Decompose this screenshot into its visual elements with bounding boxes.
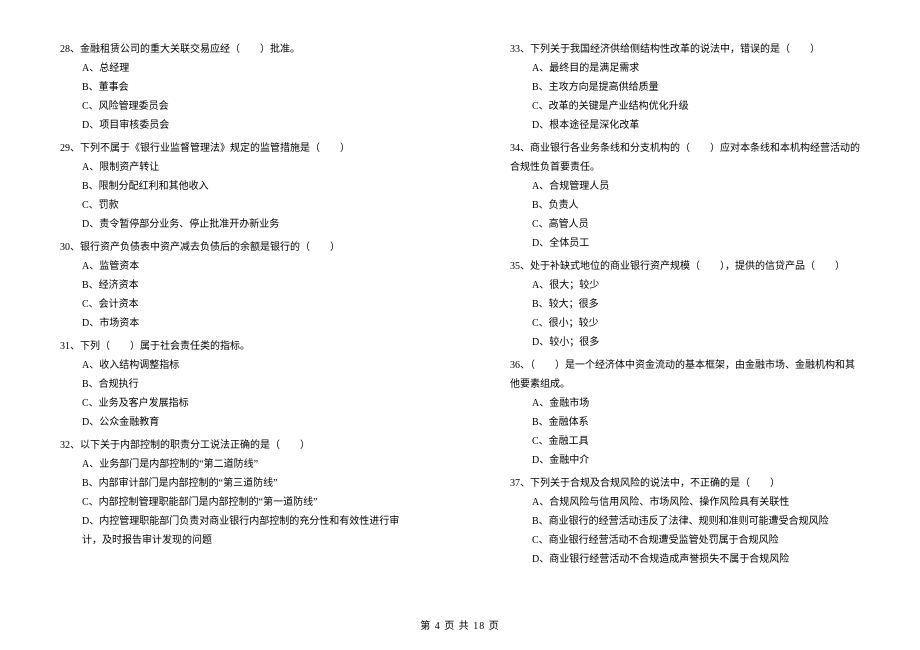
option-a: A、金融市场 xyxy=(510,394,860,413)
option-b: B、合规执行 xyxy=(60,375,410,394)
option-c: C、金融工具 xyxy=(510,432,860,451)
option-c: C、会计资本 xyxy=(60,295,410,314)
question-stem: 28、金融租赁公司的重大关联交易应经（ ）批准。 xyxy=(60,40,410,59)
option-c: C、改革的关键是产业结构优化升级 xyxy=(510,97,860,116)
option-c: C、罚款 xyxy=(60,196,410,215)
q-text: （ ）是一个经济体中资金流动的基本框架，由金融市场、金融机构和其他要素组成。 xyxy=(510,360,855,390)
question-37: 37、下列关于合规及合规风险的说法中，不正确的是（ ） A、合规风险与信用风险、… xyxy=(510,474,860,569)
option-d: D、市场资本 xyxy=(60,314,410,333)
q-num: 31 xyxy=(60,341,70,352)
option-a: A、监管资本 xyxy=(60,257,410,276)
option-c: C、很小；较少 xyxy=(510,314,860,333)
q-num: 37 xyxy=(510,478,520,489)
option-d: D、根本途径是深化改革 xyxy=(510,116,860,135)
question-36: 36、（ ）是一个经济体中资金流动的基本框架，由金融市场、金融机构和其他要素组成… xyxy=(510,356,860,470)
option-b: B、限制分配红利和其他收入 xyxy=(60,177,410,196)
q-num: 32 xyxy=(60,440,70,451)
option-c: C、内部控制管理职能部门是内部控制的“第一道防线” xyxy=(60,493,410,512)
option-a: A、业务部门是内部控制的“第二道防线” xyxy=(60,455,410,474)
q-text: 下列关于我国经济供给侧结构性改革的说法中，错误的是（ ） xyxy=(530,44,820,55)
option-c: C、高管人员 xyxy=(510,215,860,234)
q-text: 下列不属于《银行业监督管理法》规定的监管措施是（ ） xyxy=(80,143,350,154)
option-b: B、金融体系 xyxy=(510,413,860,432)
question-31: 31、下列（ ）属于社会责任类的指标。 A、收入结构调整指标 B、合规执行 C、… xyxy=(60,337,410,432)
page-footer: 第 4 页 共 18 页 xyxy=(0,617,920,632)
question-35: 35、处于补缺式地位的商业银行资产规模（ ），提供的信贷产品（ ） A、很大；较… xyxy=(510,257,860,352)
option-b: B、负责人 xyxy=(510,196,860,215)
question-stem: 33、下列关于我国经济供给侧结构性改革的说法中，错误的是（ ） xyxy=(510,40,860,59)
option-a: A、总经理 xyxy=(60,59,410,78)
option-a: A、很大；较少 xyxy=(510,276,860,295)
option-d: D、公众金融教育 xyxy=(60,413,410,432)
option-d: D、金融中介 xyxy=(510,451,860,470)
q-text: 金融租赁公司的重大关联交易应经（ ）批准。 xyxy=(80,44,300,55)
q-num: 30 xyxy=(60,242,70,253)
option-d: D、全体员工 xyxy=(510,234,860,253)
question-stem: 31、下列（ ）属于社会责任类的指标。 xyxy=(60,337,410,356)
question-stem: 36、（ ）是一个经济体中资金流动的基本框架，由金融市场、金融机构和其他要素组成… xyxy=(510,356,860,394)
option-a: A、限制资产转让 xyxy=(60,158,410,177)
right-column: 33、下列关于我国经济供给侧结构性改革的说法中，错误的是（ ） A、最终目的是满… xyxy=(460,40,920,600)
q-text: 处于补缺式地位的商业银行资产规模（ ），提供的信贷产品（ ） xyxy=(530,261,845,272)
q-num: 36 xyxy=(510,360,520,371)
q-num: 33 xyxy=(510,44,520,55)
question-stem: 32、以下关于内部控制的职责分工说法正确的是（ ） xyxy=(60,436,410,455)
option-b: B、内部审计部门是内部控制的“第三道防线” xyxy=(60,474,410,493)
page-columns: 28、金融租赁公司的重大关联交易应经（ ）批准。 A、总经理 B、董事会 C、风… xyxy=(0,40,920,600)
q-text: 以下关于内部控制的职责分工说法正确的是（ ） xyxy=(80,440,310,451)
option-b: B、经济资本 xyxy=(60,276,410,295)
option-a: A、合规管理人员 xyxy=(510,177,860,196)
option-a: A、收入结构调整指标 xyxy=(60,356,410,375)
option-b: B、主攻方向是提高供给质量 xyxy=(510,78,860,97)
q-text: 下列关于合规及合规风险的说法中，不正确的是（ ） xyxy=(530,478,780,489)
q-num: 29 xyxy=(60,143,70,154)
option-b: B、董事会 xyxy=(60,78,410,97)
question-stem: 30、银行资产负债表中资产减去负债后的余额是银行的（ ） xyxy=(60,238,410,257)
question-30: 30、银行资产负债表中资产减去负债后的余额是银行的（ ） A、监管资本 B、经济… xyxy=(60,238,410,333)
option-d: D、较小；很多 xyxy=(510,333,860,352)
option-c: C、商业银行经营活动不合规遭受监管处罚属于合规风险 xyxy=(510,531,860,550)
q-num: 34 xyxy=(510,143,520,154)
option-d: D、内控管理职能部门负责对商业银行内部控制的充分性和有效性进行审计，及时报告审计… xyxy=(60,512,410,550)
question-28: 28、金融租赁公司的重大关联交易应经（ ）批准。 A、总经理 B、董事会 C、风… xyxy=(60,40,410,135)
question-33: 33、下列关于我国经济供给侧结构性改革的说法中，错误的是（ ） A、最终目的是满… xyxy=(510,40,860,135)
option-a: A、最终目的是满足需求 xyxy=(510,59,860,78)
left-column: 28、金融租赁公司的重大关联交易应经（ ）批准。 A、总经理 B、董事会 C、风… xyxy=(0,40,460,600)
q-text: 银行资产负债表中资产减去负债后的余额是银行的（ ） xyxy=(80,242,340,253)
question-32: 32、以下关于内部控制的职责分工说法正确的是（ ） A、业务部门是内部控制的“第… xyxy=(60,436,410,550)
q-text: 下列（ ）属于社会责任类的指标。 xyxy=(80,341,250,352)
question-stem: 37、下列关于合规及合规风险的说法中，不正确的是（ ） xyxy=(510,474,860,493)
option-b: B、较大；很多 xyxy=(510,295,860,314)
question-34: 34、商业银行各业务条线和分支机构的（ ）应对本条线和本机构经营活动的合规性负首… xyxy=(510,139,860,253)
option-b: B、商业银行的经营活动违反了法律、规则和准则可能遭受合规风险 xyxy=(510,512,860,531)
question-stem: 34、商业银行各业务条线和分支机构的（ ）应对本条线和本机构经营活动的合规性负首… xyxy=(510,139,860,177)
question-stem: 29、下列不属于《银行业监督管理法》规定的监管措施是（ ） xyxy=(60,139,410,158)
question-29: 29、下列不属于《银行业监督管理法》规定的监管措施是（ ） A、限制资产转让 B… xyxy=(60,139,410,234)
option-a: A、合规风险与信用风险、市场风险、操作风险具有关联性 xyxy=(510,493,860,512)
option-c: C、风险管理委员会 xyxy=(60,97,410,116)
q-text: 商业银行各业务条线和分支机构的（ ）应对本条线和本机构经营活动的合规性负首要责任… xyxy=(510,143,860,173)
option-d: D、商业银行经营活动不合规造成声誉损失不属于合规风险 xyxy=(510,550,860,569)
option-d: D、项目审核委员会 xyxy=(60,116,410,135)
option-d: D、责令暂停部分业务、停止批准开办新业务 xyxy=(60,215,410,234)
question-stem: 35、处于补缺式地位的商业银行资产规模（ ），提供的信贷产品（ ） xyxy=(510,257,860,276)
q-num: 35 xyxy=(510,261,520,272)
option-c: C、业务及客户发展指标 xyxy=(60,394,410,413)
q-num: 28 xyxy=(60,44,70,55)
